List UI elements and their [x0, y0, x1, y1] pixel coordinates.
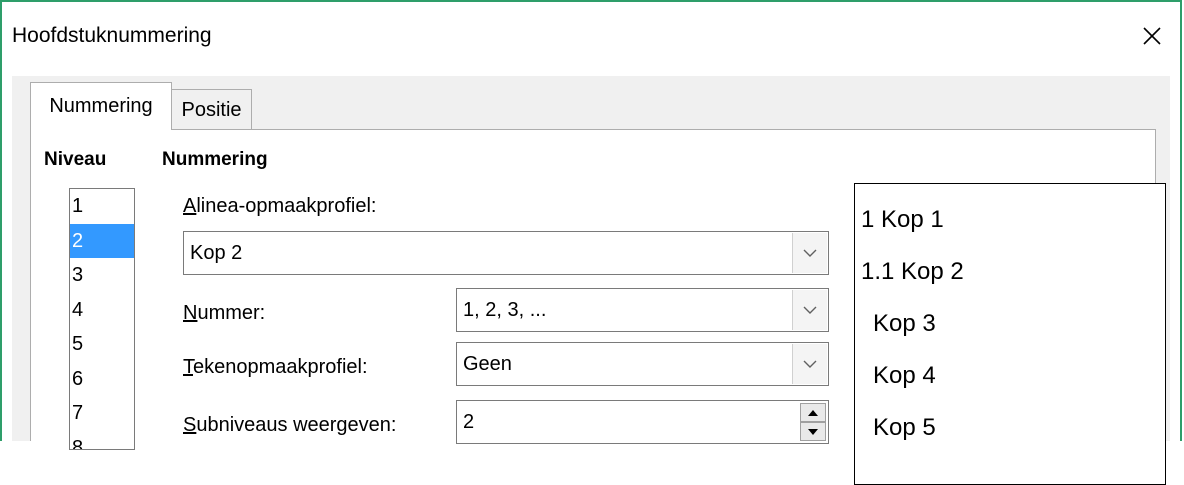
paragraph-style-value: Kop 2: [190, 242, 243, 264]
window-title: Hoofdstuknummering: [12, 24, 212, 47]
level-item-3[interactable]: 3: [70, 258, 134, 293]
preview-line-2: 1.1 Kop 2: [861, 258, 964, 285]
number-label-text: ummer:: [197, 302, 266, 324]
nummering-heading: Nummering: [162, 149, 268, 170]
dialog-content: Nummering Positie Niveau Nummering 1 2 3…: [12, 76, 1170, 485]
preview-line-1: 1 Kop 1: [861, 206, 944, 233]
paragraph-style-dropdown[interactable]: Kop 2: [183, 231, 829, 275]
sublevels-label-text: ubniveaus weergeven:: [196, 414, 397, 436]
level-item-5[interactable]: 5: [70, 327, 134, 362]
close-icon: [1143, 27, 1161, 45]
level-item-4[interactable]: 4: [70, 293, 134, 328]
paragraph-style-arrow[interactable]: [792, 233, 827, 273]
dialog-window: Hoofdstuknummering Nummering Positie Niv…: [0, 0, 1182, 485]
number-arrow[interactable]: [792, 290, 827, 330]
level-item-2[interactable]: 2: [70, 223, 134, 258]
paragraph-style-label-accel: A: [183, 195, 197, 217]
char-style-label: Tekenopmaakprofiel:: [183, 356, 368, 379]
sublevels-label: Subniveaus weergeven:: [183, 414, 396, 437]
spin-up-button[interactable]: [800, 403, 826, 422]
char-style-label-text: ekenopmaakprofiel:: [193, 356, 368, 378]
chevron-down-icon: [803, 306, 817, 314]
number-dropdown[interactable]: 1, 2, 3, ...: [456, 288, 829, 332]
sublevels-spinbox[interactable]: 2: [456, 400, 829, 444]
tab-nummering[interactable]: Nummering: [30, 82, 172, 130]
preview-line-3: Kop 3: [873, 310, 936, 337]
preview-line-4: Kop 4: [873, 362, 936, 389]
triangle-up-icon: [808, 409, 818, 416]
number-value: 1, 2, 3, ...: [463, 299, 547, 321]
level-item-7[interactable]: 7: [70, 396, 134, 431]
tab-panel: Niveau Nummering 1 2 3 4 5 6 7 8 Alinea-…: [30, 129, 1166, 485]
chevron-down-icon: [803, 249, 817, 257]
level-list[interactable]: 1 2 3 4 5 6 7 8: [69, 188, 135, 450]
sublevels-label-accel: S: [183, 414, 197, 436]
sublevels-value: 2: [463, 411, 475, 433]
triangle-down-icon: [808, 428, 818, 435]
char-style-value: Geen: [463, 353, 512, 375]
close-button[interactable]: [1124, 12, 1180, 60]
niveau-heading: Niveau: [44, 149, 107, 170]
tab-positie[interactable]: Positie: [172, 89, 252, 130]
number-label: Nummer:: [183, 302, 265, 325]
numbering-preview: 1 Kop 1 1.1 Kop 2 Kop 3 Kop 4 Kop 5: [854, 183, 1166, 485]
sublevels-spin-buttons: [800, 403, 826, 441]
paragraph-style-label: Alinea-opmaakprofiel:: [183, 195, 376, 218]
char-style-label-accel: T: [183, 356, 193, 378]
char-style-arrow[interactable]: [792, 344, 827, 384]
level-item-6[interactable]: 6: [70, 362, 134, 397]
level-item-8[interactable]: 8: [70, 431, 134, 450]
paragraph-style-label-text: linea-opmaakprofiel:: [196, 195, 377, 217]
preview-line-5: Kop 5: [873, 414, 936, 441]
number-label-accel: N: [183, 302, 198, 324]
char-style-dropdown[interactable]: Geen: [456, 342, 829, 386]
level-item-1[interactable]: 1: [70, 189, 134, 224]
chevron-down-icon: [803, 360, 817, 368]
title-bar: Hoofdstuknummering: [2, 2, 1180, 74]
spin-down-button[interactable]: [800, 422, 826, 441]
